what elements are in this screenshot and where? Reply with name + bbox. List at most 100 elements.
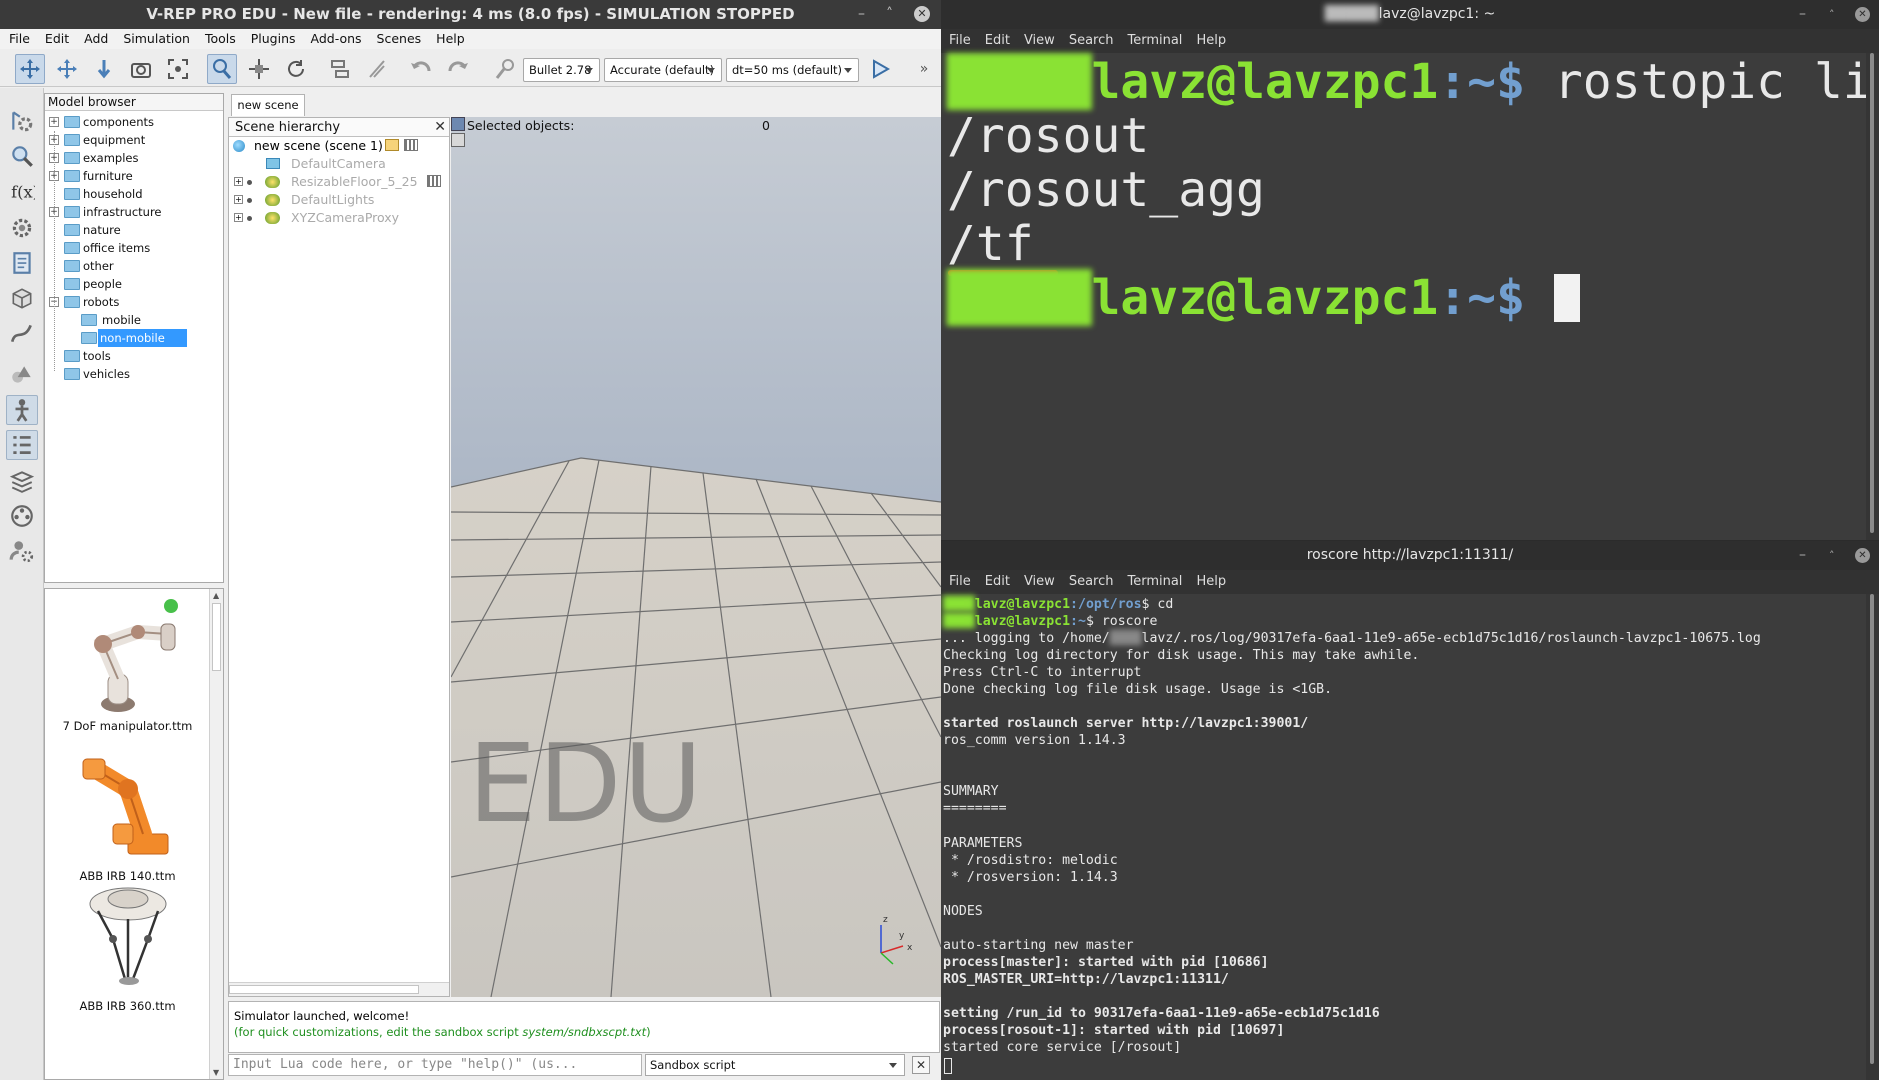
scene-object-row[interactable]: + DefaultLights <box>229 191 449 209</box>
scene-object-row[interactable]: DefaultCamera <box>229 155 449 173</box>
camera-rotate-button[interactable] <box>52 54 82 84</box>
hierarchy-hscrollbar[interactable] <box>229 982 449 996</box>
menu-view[interactable]: View <box>1016 570 1061 594</box>
model-folder-item[interactable]: office items <box>45 239 223 257</box>
scene-hierarchy-toggle[interactable] <box>6 430 38 460</box>
camera-shift-button[interactable] <box>89 54 119 84</box>
scrollbar-thumb[interactable] <box>212 603 221 671</box>
menu-help[interactable]: Help <box>1188 570 1232 594</box>
menu-terminal[interactable]: Terminal <box>1119 570 1188 594</box>
menu-scenes[interactable]: Scenes <box>368 29 428 49</box>
expand-icon[interactable]: + <box>49 117 59 127</box>
collections-button[interactable] <box>6 213 38 243</box>
terminal1-output[interactable]: █████lavz@lavzpc1:~$ rostopic list /roso… <box>941 53 1879 540</box>
model-folder-item[interactable]: non-mobile <box>45 329 223 347</box>
layers-button[interactable] <box>6 466 38 496</box>
maximize-button[interactable]: ˄ <box>886 0 893 29</box>
scene-object-row[interactable]: + ResizableFloor_5_25 <box>229 173 449 191</box>
start-simulation-button[interactable] <box>865 54 895 84</box>
transfer-dna-button[interactable] <box>362 54 392 84</box>
scene-root-row[interactable]: new scene (scene 1) <box>229 137 449 155</box>
undo-button[interactable] <box>406 54 436 84</box>
menu-help[interactable]: Help <box>427 29 471 49</box>
expand-icon[interactable]: + <box>234 195 243 204</box>
accuracy-select[interactable]: Accurate (default) <box>604 58 722 82</box>
close-button[interactable]: ✕ <box>1855 548 1870 563</box>
expand-icon[interactable]: + <box>234 177 243 186</box>
close-button[interactable]: ✕ <box>1855 7 1870 22</box>
menu-file[interactable]: File <box>0 29 36 49</box>
terminal1-scrollbar[interactable] <box>1866 53 1879 540</box>
model-folder-item[interactable]: + components <box>45 113 223 131</box>
object-script-icon[interactable] <box>427 175 441 187</box>
model-folder-item[interactable]: + examples <box>45 149 223 167</box>
lua-command-input[interactable]: Input Lua code here, or type "help()" (u… <box>228 1054 642 1076</box>
minimize-button[interactable]: – <box>1799 541 1806 570</box>
menu-file[interactable]: File <box>941 29 977 53</box>
model-folder-item[interactable]: + equipment <box>45 131 223 149</box>
camera-pan-button[interactable] <box>15 54 45 84</box>
scrollbar-thumb[interactable] <box>1870 53 1874 533</box>
simulation-settings-button[interactable] <box>6 106 38 136</box>
selection-scroll-icon[interactable] <box>451 133 465 147</box>
scrollbar-thumb[interactable] <box>229 985 419 994</box>
search-button[interactable] <box>6 141 38 171</box>
timestep-select[interactable]: dt=50 ms (default) <box>726 58 859 82</box>
model-folder-item[interactable]: household <box>45 185 223 203</box>
path-edit-button[interactable] <box>6 318 38 348</box>
model-folder-item[interactable]: tools <box>45 347 223 365</box>
model-folder-item[interactable]: vehicles <box>45 365 223 383</box>
scene-viewport[interactable]: EDU z y x <box>451 117 941 997</box>
object-rotate-button[interactable] <box>281 54 311 84</box>
maximize-button[interactable]: ˄ <box>1829 541 1835 570</box>
close-button[interactable]: ✕ <box>914 6 930 22</box>
terminal2-scrollbar[interactable] <box>1866 594 1879 1080</box>
thumbnails-scrollbar[interactable]: ▲ ▼ <box>209 589 223 1079</box>
assemble-button[interactable] <box>325 54 355 84</box>
menu-tools[interactable]: Tools <box>196 29 242 49</box>
minimize-button[interactable]: – <box>858 0 865 29</box>
user-settings-button[interactable] <box>6 536 38 566</box>
menu-search[interactable]: Search <box>1061 29 1120 53</box>
click-select-button[interactable] <box>207 54 237 84</box>
selection-button[interactable] <box>6 360 38 390</box>
menu-search[interactable]: Search <box>1061 570 1120 594</box>
redo-button[interactable] <box>443 54 473 84</box>
menu-simulation[interactable]: Simulation <box>114 29 196 49</box>
model-folder-item[interactable]: other <box>45 257 223 275</box>
script-target-select[interactable]: Sandbox script <box>645 1054 905 1076</box>
scene-object-row[interactable]: + XYZCameraProxy <box>229 209 449 227</box>
maximize-button[interactable]: ˄ <box>1829 0 1835 29</box>
model-folder-item[interactable]: + infrastructure <box>45 203 223 221</box>
menu-edit[interactable]: Edit <box>977 29 1016 53</box>
dynamics-toggle-button[interactable] <box>490 54 520 84</box>
selection-collapse-icon[interactable] <box>451 117 465 131</box>
camera-angle-button[interactable] <box>126 54 156 84</box>
menu-edit[interactable]: Edit <box>36 29 75 49</box>
video-recorder-button[interactable] <box>6 501 38 531</box>
model-folder-item[interactable]: − robots <box>45 293 223 311</box>
scripts-button[interactable] <box>6 248 38 278</box>
shape-edit-button[interactable] <box>6 283 38 313</box>
menu-file[interactable]: File <box>941 570 977 594</box>
terminal2-output[interactable]: ████lavz@lavzpc1:/opt/ros$ cd ████lavz@l… <box>941 594 1866 1080</box>
menu-help[interactable]: Help <box>1188 29 1232 53</box>
model-thumbnail-abb-irb360[interactable]: ABB IRB 360.ttm <box>45 879 210 1013</box>
physics-engine-select[interactable]: Bullet 2.78 <box>523 58 600 82</box>
model-folder-item[interactable]: nature <box>45 221 223 239</box>
expand-icon[interactable]: + <box>234 213 243 222</box>
menu-add[interactable]: Add <box>75 29 114 49</box>
scrollbar-thumb[interactable] <box>1870 594 1874 1064</box>
film-icon[interactable] <box>404 139 418 151</box>
menu-plugins[interactable]: Plugins <box>242 29 302 49</box>
model-thumbnail-abb-irb140[interactable]: ABB IRB 140.ttm <box>45 749 210 883</box>
model-folder-item[interactable]: + furniture <box>45 167 223 185</box>
close-panel-icon[interactable]: ✕ <box>434 118 446 137</box>
menu-edit[interactable]: Edit <box>977 570 1016 594</box>
scroll-down-icon[interactable]: ▼ <box>213 1068 219 1077</box>
model-folder-item[interactable]: mobile <box>45 311 223 329</box>
model-thumbnail-7dof[interactable]: 7 DoF manipulator.ttm <box>45 594 210 733</box>
tab-new-scene[interactable]: new scene <box>231 94 305 116</box>
scroll-up-icon[interactable]: ▲ <box>213 591 219 600</box>
toolbar-overflow-icon[interactable]: » <box>915 54 933 84</box>
